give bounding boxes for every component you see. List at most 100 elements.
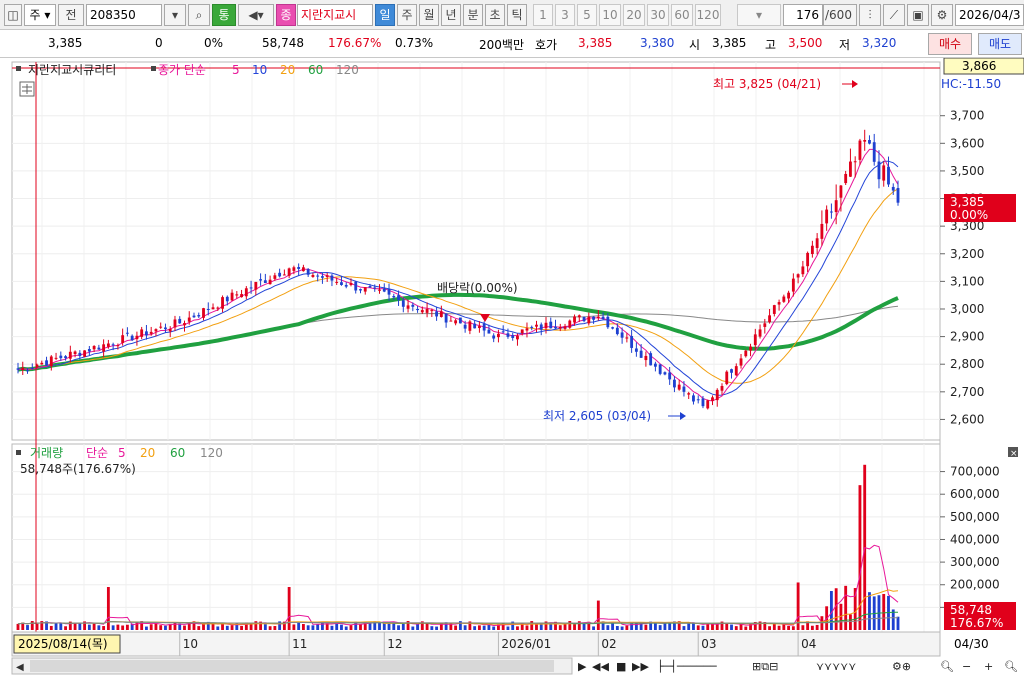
play-icon[interactable]: ▶ bbox=[578, 660, 587, 673]
candle-type-icon[interactable]: ⫶ bbox=[859, 4, 881, 26]
speaker-icon[interactable]: ◀▾ bbox=[238, 4, 274, 26]
count-input[interactable]: 176 bbox=[783, 4, 823, 26]
candle bbox=[330, 275, 334, 281]
candle bbox=[225, 296, 229, 302]
candle bbox=[192, 315, 196, 318]
volume-bar bbox=[106, 587, 110, 630]
interval-dropdown[interactable]: ▾ bbox=[737, 4, 781, 26]
price-legend-period-60: 60 bbox=[308, 63, 323, 77]
tong-button[interactable]: 통 bbox=[212, 4, 236, 26]
stock-chart[interactable]: 지란지교시큐리티 종가 단순 5 10 20 60 120 거래량 단순 5 20 60 12… bbox=[0, 57, 1024, 692]
interval-button-20[interactable]: 20 bbox=[623, 4, 645, 26]
interval-button-1[interactable]: 1 bbox=[533, 4, 553, 26]
candle bbox=[92, 345, 96, 350]
volume-panel[interactable] bbox=[11, 443, 941, 633]
search-icon[interactable]: ⌕ bbox=[188, 4, 210, 26]
scroll-left-icon[interactable]: ◀ bbox=[16, 662, 24, 673]
zoom-out-icon[interactable]: − bbox=[962, 660, 971, 673]
volume-bar bbox=[592, 626, 595, 630]
stop-icon[interactable]: ■ bbox=[616, 660, 626, 673]
candle bbox=[744, 350, 748, 357]
period-tab-5[interactable]: 초 bbox=[485, 4, 505, 26]
chart-area[interactable]: 지란지교시큐리티 종가 단순 5 10 20 60 120 거래량 단순 5 20 60 12… bbox=[0, 57, 1024, 692]
volume-bar bbox=[311, 625, 315, 630]
price-panel[interactable] bbox=[11, 61, 941, 441]
period-tab-0[interactable]: 일 bbox=[375, 4, 395, 26]
stock-name-field[interactable]: 지란지교시 bbox=[297, 4, 373, 26]
crosshair-price: 3,866 bbox=[962, 59, 996, 73]
settings-gear-icon[interactable]: ⚙ bbox=[931, 4, 953, 26]
cursor-date: 2025/08/14(목) bbox=[18, 637, 108, 651]
period-tab-4[interactable]: 분 bbox=[463, 4, 483, 26]
volume-bar bbox=[473, 626, 477, 630]
candle bbox=[206, 308, 210, 310]
volume-bar bbox=[530, 621, 534, 630]
interval-button-5[interactable]: 5 bbox=[577, 4, 597, 26]
code-dropdown-icon[interactable]: ▾ bbox=[164, 4, 186, 26]
period-tab-1[interactable]: 주 bbox=[397, 4, 417, 26]
date-field[interactable]: 2026/04/3 bbox=[955, 4, 1024, 26]
volume-bar bbox=[292, 624, 296, 630]
candle bbox=[849, 161, 852, 177]
interval-button-120[interactable]: 120 bbox=[695, 4, 721, 26]
tool-icons[interactable]: ⚙⊕ bbox=[892, 660, 911, 673]
x-axis-label: 11 bbox=[292, 637, 307, 651]
current-price: 3,385 bbox=[48, 36, 83, 50]
volume-bar bbox=[30, 621, 34, 630]
candle bbox=[273, 275, 277, 279]
period-tab-2[interactable]: 월 bbox=[419, 4, 439, 26]
candle bbox=[449, 320, 453, 322]
volume-bar bbox=[882, 593, 886, 630]
interval-button-10[interactable]: 10 bbox=[599, 4, 621, 26]
candle bbox=[87, 349, 91, 352]
candle bbox=[711, 397, 714, 401]
candle bbox=[530, 326, 534, 328]
step-forward-icon[interactable]: ▶▶ bbox=[632, 660, 649, 673]
sell-button[interactable]: 매도 bbox=[978, 33, 1022, 55]
high-annotation: 최고 3,825 (04/21) bbox=[713, 77, 821, 91]
candle bbox=[439, 311, 443, 317]
zoom-slider[interactable]: ├─┤────── bbox=[657, 659, 717, 673]
zoom-reset-icon[interactable]: 🔍︎ bbox=[1004, 660, 1018, 673]
volume-legend-name: 거래량 bbox=[30, 446, 63, 460]
volume-bar bbox=[477, 625, 481, 630]
candle bbox=[411, 304, 415, 307]
layout-icon[interactable]: ⊞⧉⊟ bbox=[752, 660, 778, 673]
current-pct-tag: 0.00% bbox=[950, 208, 988, 222]
save-icon[interactable]: ▣ bbox=[907, 4, 929, 26]
candle bbox=[321, 276, 324, 278]
period-tab-6[interactable]: 틱 bbox=[507, 4, 527, 26]
interval-button-30[interactable]: 30 bbox=[647, 4, 669, 26]
buy-button[interactable]: 매수 bbox=[928, 33, 972, 55]
candle bbox=[829, 211, 833, 213]
candle bbox=[392, 296, 396, 298]
interval-button-3[interactable]: 3 bbox=[555, 4, 575, 26]
drawing-tools-icon[interactable]: ⋎⋎⋎⋎⋎ bbox=[816, 660, 856, 673]
period-tab-3[interactable]: 년 bbox=[441, 4, 461, 26]
scrollbar-thumb[interactable] bbox=[30, 660, 554, 672]
candle bbox=[373, 287, 377, 289]
volume-bar bbox=[330, 625, 334, 630]
candle bbox=[673, 379, 676, 388]
volume-bar bbox=[397, 625, 400, 630]
volume-bar bbox=[701, 625, 705, 630]
candle bbox=[511, 335, 515, 338]
code-input[interactable]: 208350 bbox=[86, 4, 162, 26]
draw-line-icon[interactable]: ⟋ bbox=[883, 4, 905, 26]
jong-badge[interactable]: 종 bbox=[276, 4, 296, 26]
volume-bar bbox=[535, 624, 538, 630]
candle bbox=[682, 386, 686, 392]
ask-label: 호가 bbox=[535, 38, 558, 52]
interval-button-60[interactable]: 60 bbox=[671, 4, 693, 26]
x-axis-label: 03 bbox=[701, 637, 716, 651]
zoom-search-icon[interactable]: 🔍︎ bbox=[940, 660, 954, 673]
candle bbox=[45, 360, 48, 366]
window-icon[interactable]: ◫ bbox=[4, 4, 22, 26]
step-back-icon[interactable]: ◀◀ bbox=[592, 660, 609, 673]
candle bbox=[211, 307, 215, 310]
zoom-in-icon[interactable]: + bbox=[984, 660, 993, 673]
candle bbox=[73, 351, 77, 354]
candle bbox=[520, 329, 524, 334]
candle bbox=[454, 320, 458, 324]
market-type-select[interactable]: 주 ▾ bbox=[24, 4, 56, 26]
